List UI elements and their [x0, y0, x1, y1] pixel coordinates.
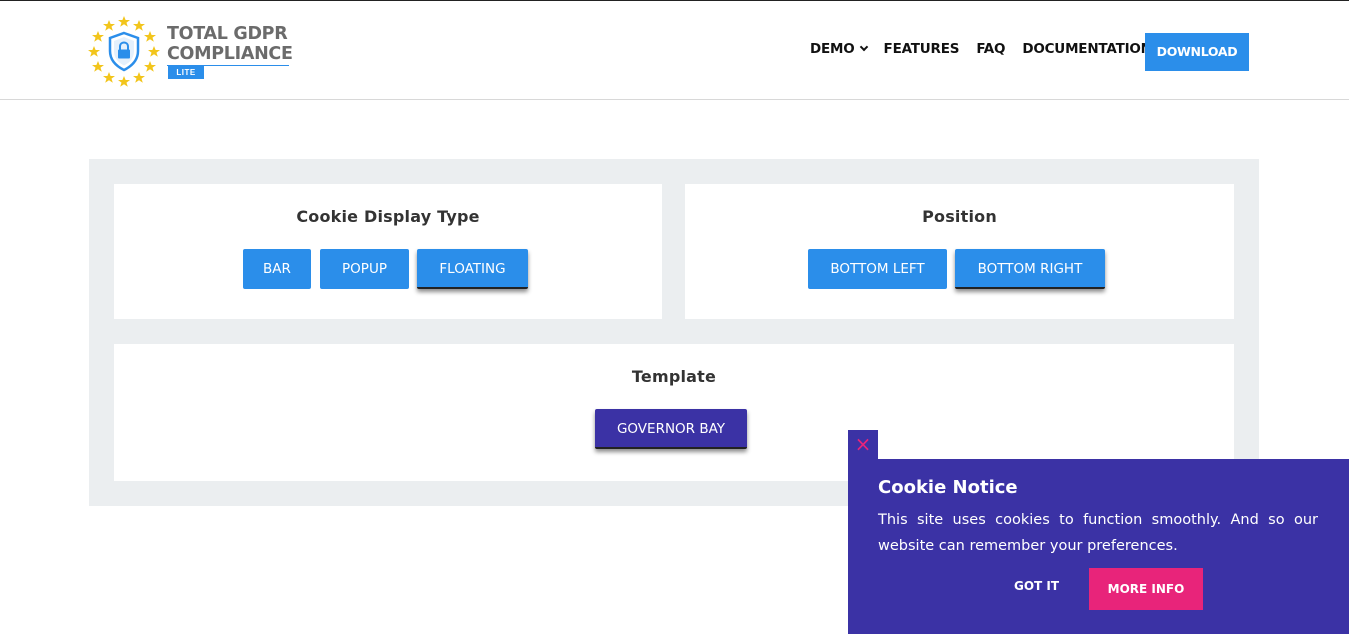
lite-badge: LITE	[168, 66, 204, 79]
nav-demo-label: DEMO	[810, 41, 855, 57]
position-bottom-left-button[interactable]: BOTTOM LEFT	[808, 249, 947, 289]
logo-line2: COMPLIANCE	[167, 44, 293, 64]
chevron-down-icon	[859, 42, 868, 52]
cookie-notice-popup: Cookie Notice This site uses cookies to …	[848, 459, 1349, 634]
got-it-button[interactable]: GOT IT	[1014, 579, 1059, 593]
nav-item-documentation[interactable]: DOCUMENTATION	[1022, 41, 1152, 57]
template-governor-bay-button[interactable]: GOVERNOR BAY	[595, 409, 747, 449]
position-card: Position BOTTOM LEFT BOTTOM RIGHT	[685, 184, 1234, 319]
display-type-popup-button[interactable]: POPUP	[320, 249, 409, 289]
demo-settings-panel: Cookie Display Type BAR POPUP FLOATING P…	[89, 159, 1259, 506]
position-bottom-right-button[interactable]: BOTTOM RIGHT	[955, 249, 1105, 289]
display-type-floating-button[interactable]: FLOATING	[417, 249, 528, 289]
cookie-notice-text: This site uses cookies to function smoot…	[878, 512, 1318, 554]
cookie-notice-title: Cookie Notice	[878, 477, 1018, 498]
logo-wordmark: TOTAL GDPR COMPLIANCE	[167, 24, 293, 64]
site-header: TOTAL GDPR COMPLIANCE LITE DEMO FEATURES…	[0, 0, 1349, 100]
more-info-button[interactable]: MORE INFO	[1089, 568, 1203, 610]
nav-item-demo[interactable]: DEMO	[810, 41, 868, 57]
display-type-title: Cookie Display Type	[296, 207, 480, 226]
logo-line1: TOTAL GDPR	[167, 24, 288, 44]
display-type-card: Cookie Display Type BAR POPUP FLOATING	[114, 184, 662, 319]
display-type-bar-button[interactable]: BAR	[243, 249, 311, 289]
position-title: Position	[922, 207, 997, 226]
template-title: Template	[631, 367, 717, 386]
gdpr-shield-logo-icon	[88, 16, 160, 87]
close-icon[interactable]: ×	[848, 430, 878, 460]
nav-item-faq[interactable]: FAQ	[976, 41, 1005, 57]
site-logo[interactable]: TOTAL GDPR COMPLIANCE LITE	[86, 15, 296, 87]
nav-item-features[interactable]: FEATURES	[884, 41, 960, 57]
download-button[interactable]: DOWNLOAD	[1145, 33, 1249, 71]
main-nav: DEMO FEATURES FAQ DOCUMENTATION	[810, 41, 1169, 57]
